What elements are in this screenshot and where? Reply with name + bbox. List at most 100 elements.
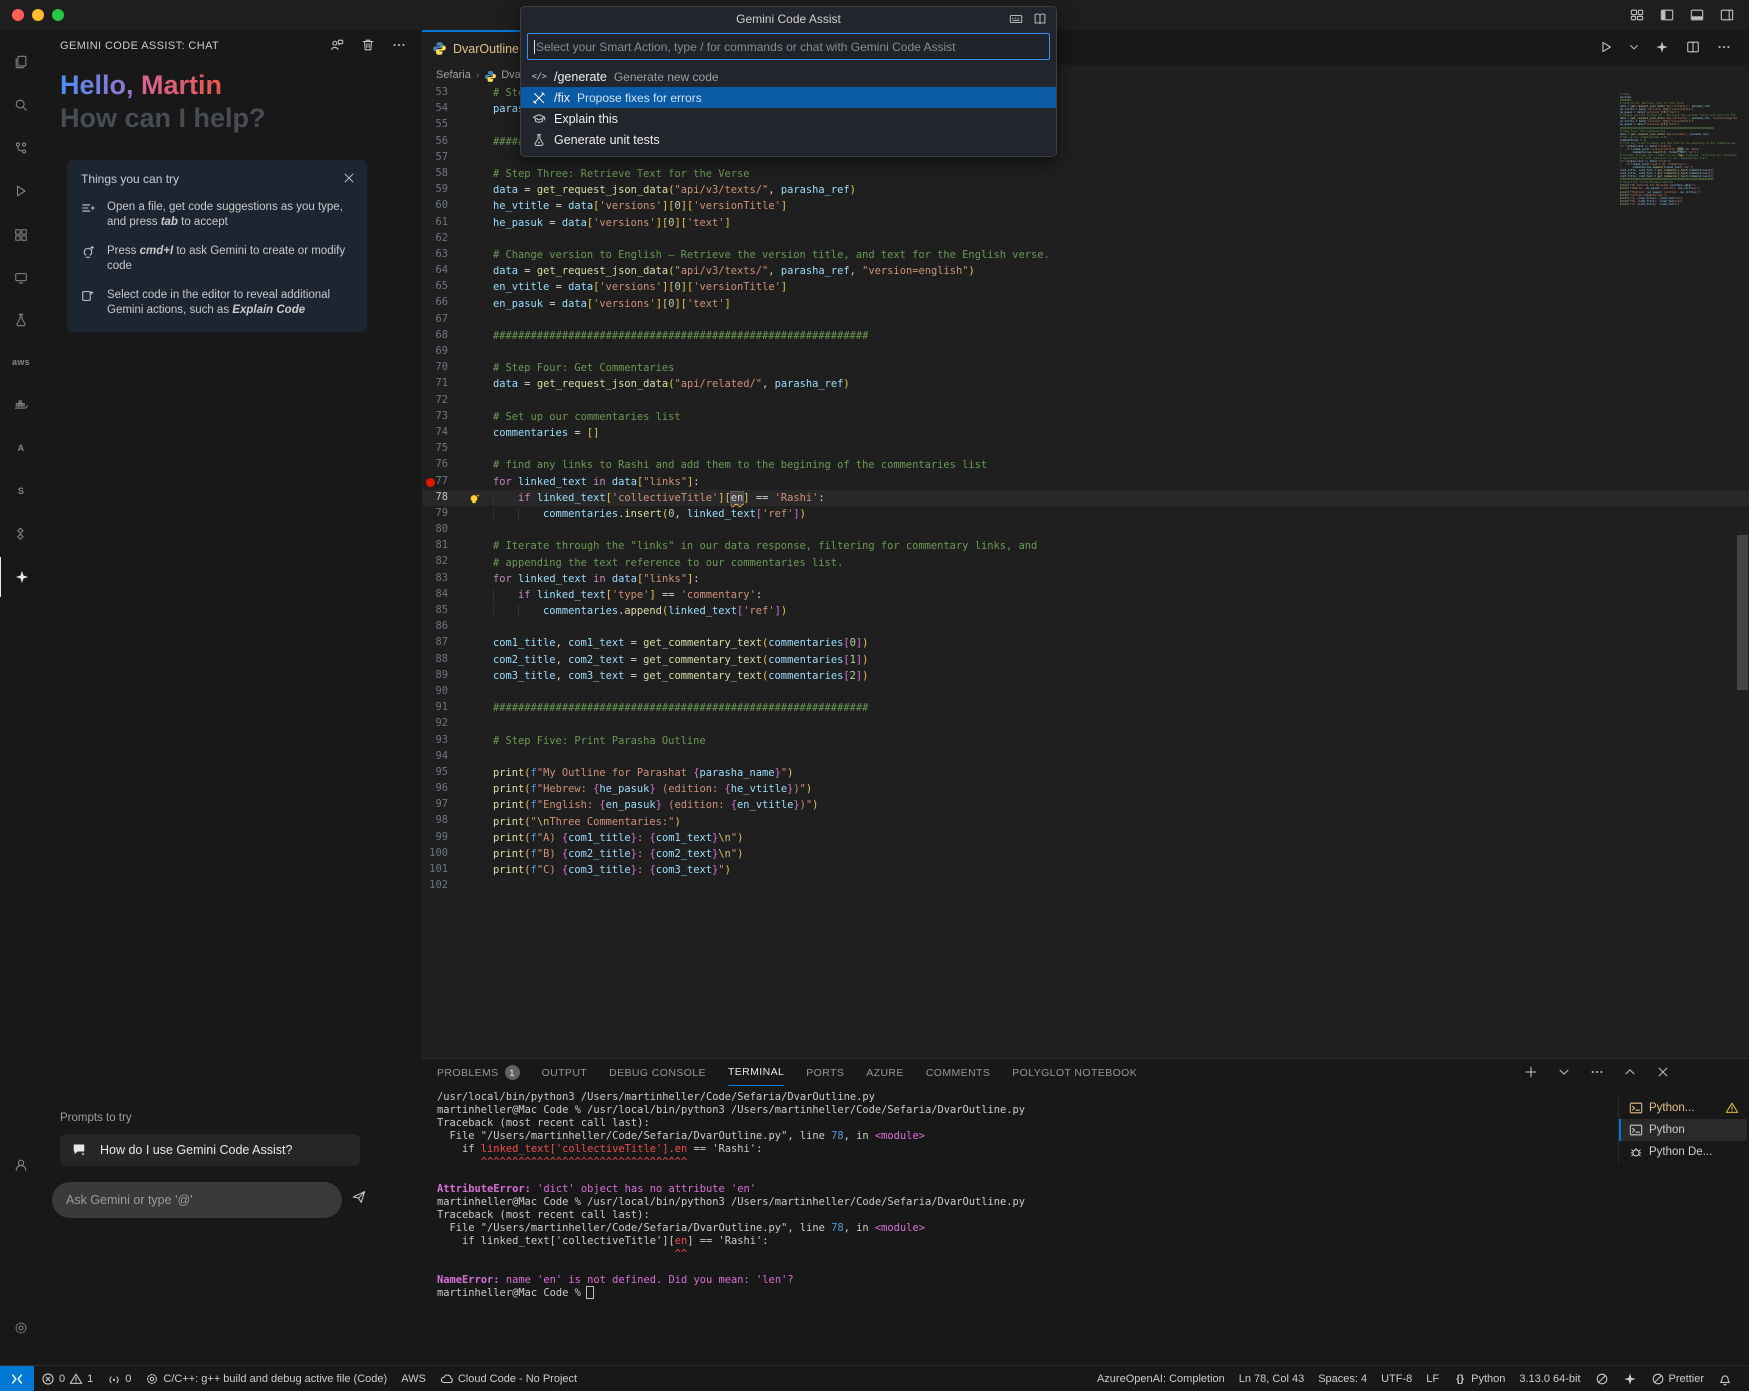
code-line-78[interactable]: 78 if linked_text['collectiveTitle'][en]… (422, 490, 1749, 506)
panel-close-icon[interactable] (1655, 1064, 1671, 1080)
status-broadcast[interactable]: 0 (100, 1366, 138, 1391)
new-chat-icon[interactable] (328, 36, 346, 54)
code-line-98[interactable]: 98print("\nThree Commentaries:") (422, 813, 1749, 829)
code-line-95[interactable]: 95print(f"My Outline for Parashat {paras… (422, 765, 1749, 781)
activity-gemini-icon[interactable] (0, 557, 43, 597)
panel-chevron-down-icon[interactable] (1556, 1064, 1572, 1080)
panel-tab-terminal[interactable]: TERMINAL (728, 1059, 784, 1086)
chat-input[interactable]: Ask Gemini or type '@' (52, 1182, 342, 1218)
activity-settings-gear-icon[interactable] (0, 1308, 42, 1348)
code-line-84[interactable]: 84 if linked_text['type'] == 'commentary… (422, 587, 1749, 603)
code-line-69[interactable]: 69 (422, 344, 1749, 360)
code-line-62[interactable]: 62 (422, 231, 1749, 247)
activity-docker-icon[interactable] (0, 385, 42, 425)
code-line-64[interactable]: 64data = get_request_json_data("api/v3/t… (422, 263, 1749, 279)
menu-item-generate[interactable]: </> /generate Generate new code (521, 66, 1056, 87)
code-line-87[interactable]: 87com1_title, com1_text = get_commentary… (422, 635, 1749, 651)
activity-diamonds-icon[interactable] (0, 514, 42, 554)
menu-item-explain[interactable]: Explain this (521, 108, 1056, 129)
run-button[interactable] (1597, 38, 1615, 56)
prompt-suggestion-card[interactable]: How do I use Gemini Code Assist? (60, 1134, 360, 1166)
activity-letter-a-icon[interactable]: A (0, 428, 42, 468)
close-icon[interactable] (341, 170, 357, 186)
code-line-77[interactable]: 77for linked_text in data["links"]: (422, 474, 1749, 490)
panel-tab-ports[interactable]: PORTS (806, 1059, 844, 1086)
terminal-list-item[interactable]: Python... (1619, 1097, 1747, 1119)
status-eol[interactable]: LF (1419, 1366, 1446, 1391)
panel-tab-output[interactable]: OUTPUT (542, 1059, 588, 1086)
panel-plus-icon[interactable] (1523, 1064, 1539, 1080)
code-line-89[interactable]: 89com3_title, com3_text = get_commentary… (422, 668, 1749, 684)
code-line-82[interactable]: 82# appending the text reference to our … (422, 554, 1749, 570)
menu-item-fix[interactable]: /fix Propose fixes for errors (521, 87, 1056, 108)
status-notifications[interactable] (1711, 1366, 1739, 1391)
status-cpp-build[interactable]: C/C++: g++ build and debug active file (… (138, 1366, 394, 1391)
terminal-list-item[interactable]: Python (1619, 1119, 1747, 1141)
breakpoint-dot[interactable] (426, 478, 435, 487)
code-line-80[interactable]: 80 (422, 522, 1749, 538)
terminal[interactable]: /usr/local/bin/python3 /Users/martinhell… (437, 1091, 1617, 1301)
code-editor[interactable]: 53# Step 54parasha5556#######5758# Step … (422, 85, 1749, 1058)
activity-accounts-icon[interactable] (0, 1145, 42, 1185)
panel-tab-polyglot-notebook[interactable]: POLYGLOT NOTEBOOK (1012, 1059, 1137, 1086)
status-indentation[interactable]: Spaces: 4 (1311, 1366, 1374, 1391)
status-azure-openai[interactable]: AzureOpenAI: Completion (1090, 1366, 1232, 1391)
code-line-63[interactable]: 63# Change version to English – Retrieve… (422, 247, 1749, 263)
editor-scrollbar[interactable] (1737, 535, 1748, 690)
activity-extensions-icon[interactable] (0, 215, 42, 255)
smart-action-input[interactable]: Select your Smart Action, type / for com… (527, 33, 1050, 60)
minimize-window-button[interactable] (32, 9, 44, 21)
customize-layout-icon[interactable] (1627, 5, 1647, 25)
code-line-66[interactable]: 66en_pasuk = data['versions'][0]['text'] (422, 295, 1749, 311)
activity-search-icon[interactable] (0, 85, 42, 125)
activity-remote-explorer-icon[interactable] (0, 258, 42, 298)
panel-tab-problems[interactable]: PROBLEMS1 (437, 1059, 520, 1086)
code-line-100[interactable]: 100print(f"B) {com2_title}: {com2_text}\… (422, 846, 1749, 862)
status-cursor-position[interactable]: Ln 78, Col 43 (1232, 1366, 1311, 1391)
terminal-list-item[interactable]: Python De... (1619, 1141, 1747, 1163)
code-line-73[interactable]: 73# Set up our commentaries list (422, 409, 1749, 425)
status-cloud-code[interactable]: Cloud Code - No Project (433, 1366, 584, 1391)
code-line-99[interactable]: 99print(f"A) {com1_title}: {com1_text}\n… (422, 830, 1749, 846)
status-screen-reader[interactable] (1588, 1366, 1616, 1391)
code-line-61[interactable]: 61he_pasuk = data['versions'][0]['text'] (422, 215, 1749, 231)
code-line-65[interactable]: 65en_vtitle = data['versions'][0]['versi… (422, 279, 1749, 295)
code-line-83[interactable]: 83for linked_text in data["links"]: (422, 571, 1749, 587)
minimap[interactable]: # Step parasha######## Step Three: Retri… (1620, 93, 1737, 313)
code-line-102[interactable]: 102 (422, 878, 1749, 894)
code-line-68[interactable]: 68######################################… (422, 328, 1749, 344)
split-editor-icon[interactable] (1684, 38, 1702, 56)
toggle-sidebar-left-icon[interactable] (1657, 5, 1677, 25)
code-action-lightbulb-icon[interactable] (468, 492, 480, 504)
code-line-97[interactable]: 97print(f"English: {en_pasuk} (edition: … (422, 797, 1749, 813)
zoom-window-button[interactable] (52, 9, 64, 21)
toggle-sidebar-right-icon[interactable] (1717, 5, 1737, 25)
code-line-67[interactable]: 67 (422, 312, 1749, 328)
code-line-74[interactable]: 74commentaries = [] (422, 425, 1749, 441)
code-line-76[interactable]: 76# find any links to Rashi and add them… (422, 457, 1749, 473)
panel-chevron-up-icon[interactable] (1622, 1064, 1638, 1080)
send-icon[interactable] (352, 1190, 372, 1210)
close-window-button[interactable] (12, 9, 24, 21)
code-line-58[interactable]: 58# Step Three: Retrieve Text for the Ve… (422, 166, 1749, 182)
status-remote[interactable] (0, 1366, 34, 1391)
code-line-70[interactable]: 70# Step Four: Get Commentaries (422, 360, 1749, 376)
activity-testing-icon[interactable] (0, 300, 42, 340)
editor-more-icon[interactable] (1715, 38, 1733, 56)
gemini-sparkle-icon[interactable] (1653, 38, 1671, 56)
run-dropdown-icon[interactable] (1628, 38, 1640, 56)
code-line-88[interactable]: 88com2_title, com2_text = get_commentary… (422, 652, 1749, 668)
code-line-79[interactable]: 79 commentaries.insert(0, linked_text['r… (422, 506, 1749, 522)
status-problems[interactable]: 01 (34, 1366, 100, 1391)
panel-more-icon[interactable] (1589, 1064, 1605, 1080)
code-line-96[interactable]: 96print(f"Hebrew: {he_pasuk} (edition: {… (422, 781, 1749, 797)
status-aws[interactable]: AWS (394, 1366, 433, 1391)
code-line-75[interactable]: 75 (422, 441, 1749, 457)
code-line-94[interactable]: 94 (422, 749, 1749, 765)
toggle-panel-icon[interactable] (1687, 5, 1707, 25)
code-line-60[interactable]: 60he_vtitle = data['versions'][0]['versi… (422, 198, 1749, 214)
code-line-86[interactable]: 86 (422, 619, 1749, 635)
chat-more-icon[interactable] (390, 36, 408, 54)
status-language-mode[interactable]: {}Python (1446, 1366, 1512, 1391)
activity-explorer-icon[interactable] (0, 42, 42, 82)
